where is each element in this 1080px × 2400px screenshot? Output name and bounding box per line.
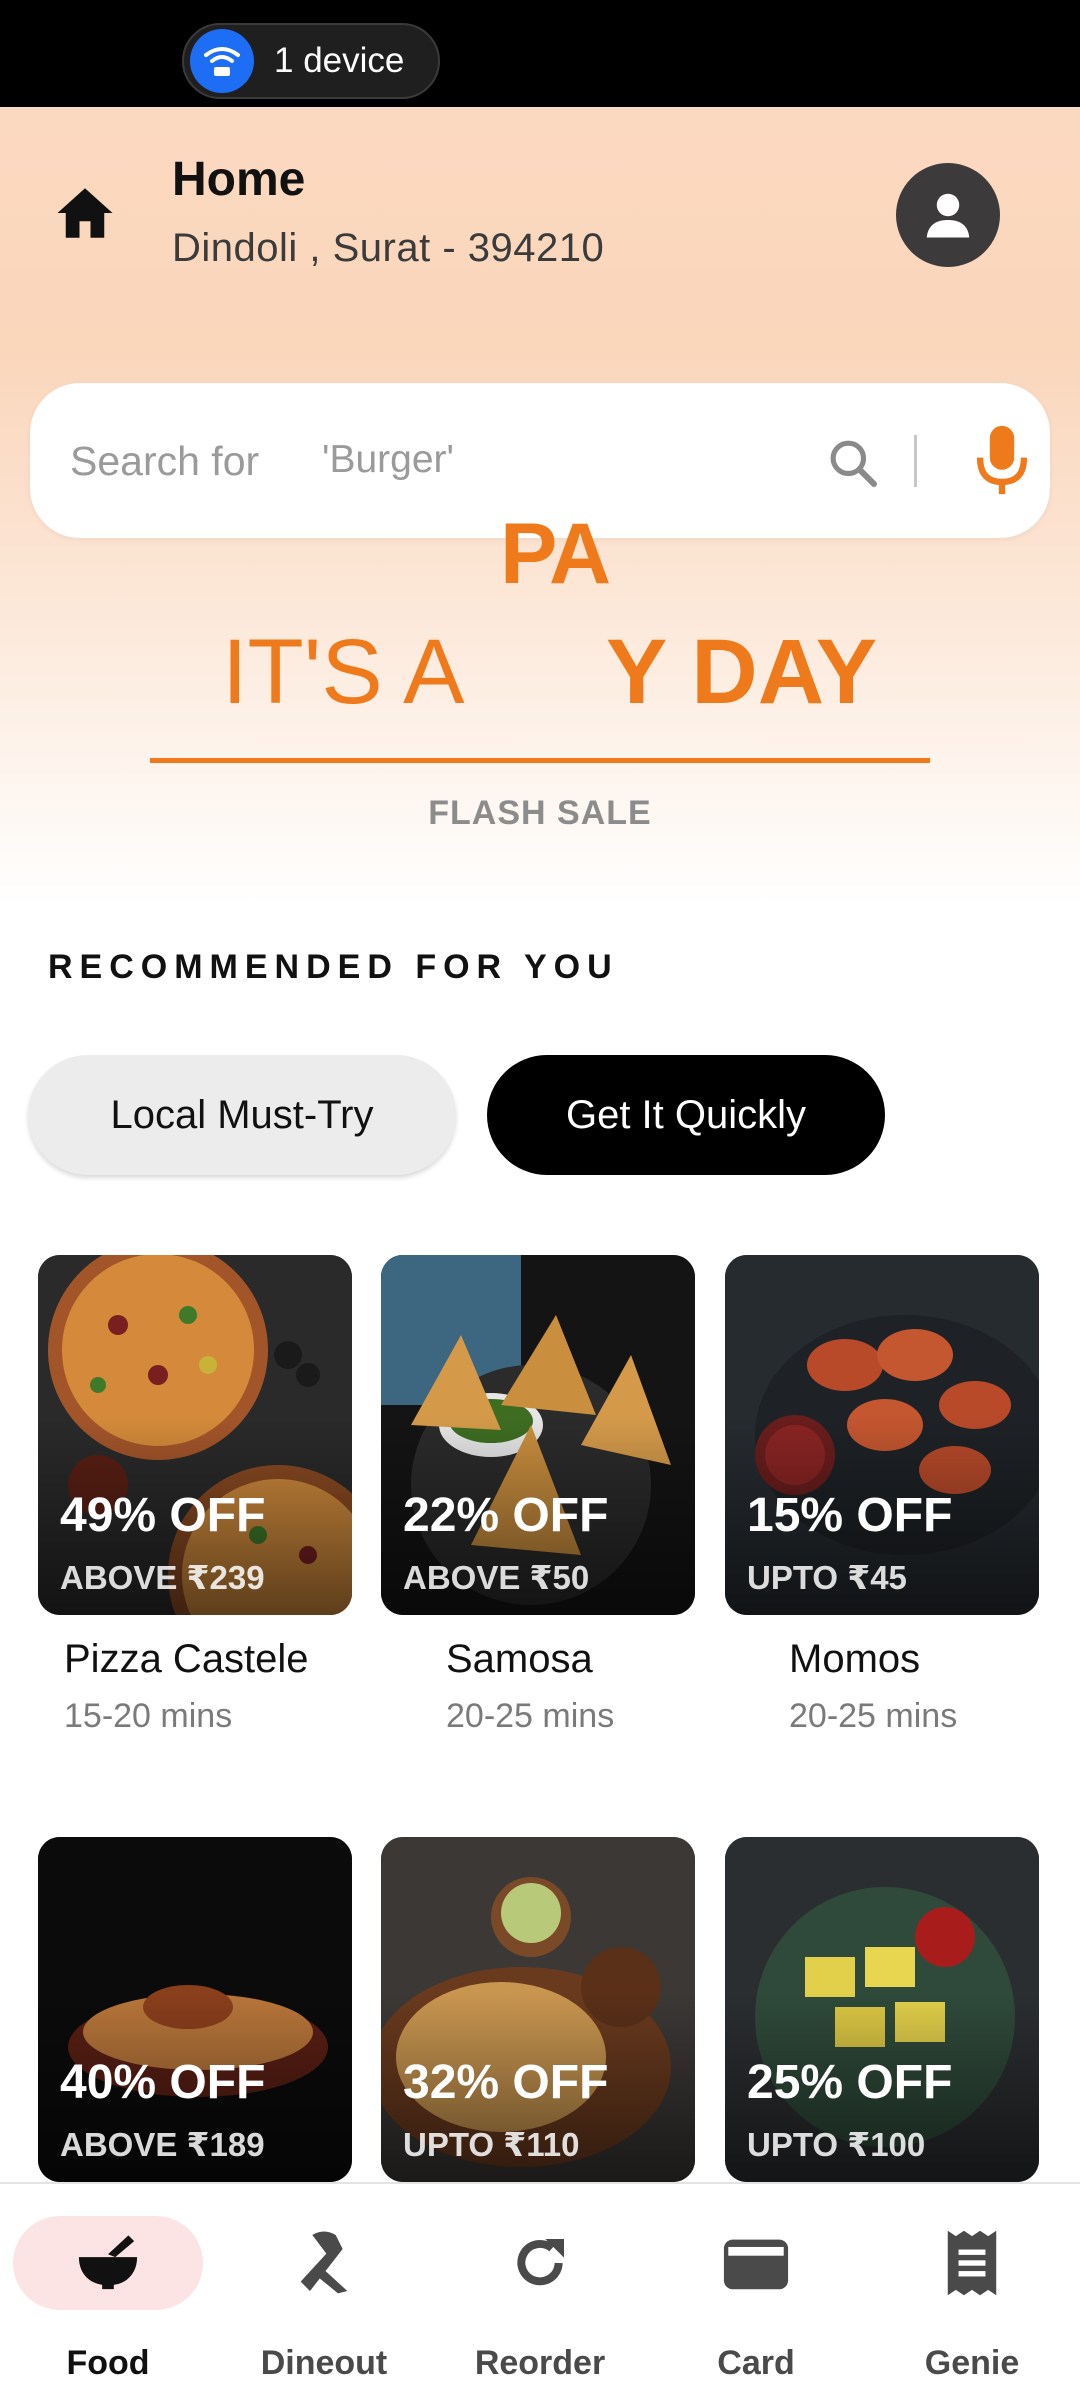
banner-word-left: IT'S A xyxy=(222,621,465,723)
offer-condition: ABOVE ₹239 xyxy=(60,1559,265,1596)
device-count-label: 1 device xyxy=(274,41,405,80)
item-delivery-time: 20-25 mins xyxy=(446,1697,615,1735)
banner-underline xyxy=(150,758,930,763)
offer-text: 40% OFF xyxy=(60,2056,266,2109)
banner-word-right: Y DAY xyxy=(606,621,878,723)
item-name[interactable]: Momos xyxy=(789,1637,920,1682)
nav-label: Food xyxy=(66,2344,150,2382)
nav-label: Reorder xyxy=(474,2344,606,2382)
search-divider xyxy=(914,435,917,487)
mic-icon[interactable] xyxy=(972,421,1032,499)
offer-text: 15% OFF xyxy=(747,1489,953,1542)
receipt-icon xyxy=(877,2216,1067,2310)
location-title[interactable]: Home xyxy=(172,152,305,207)
nav-reorder[interactable]: Reorder xyxy=(432,2184,648,2400)
wallet-icon xyxy=(661,2216,851,2310)
nav-card[interactable]: Card xyxy=(648,2184,864,2400)
ribbon-icon xyxy=(229,2216,419,2310)
bottom-navigation: Food Dineout Reorder Card Genie xyxy=(0,2182,1080,2400)
offer-condition: ABOVE ₹189 xyxy=(60,2126,265,2163)
offer-condition: UPTO ₹100 xyxy=(747,2126,926,2163)
food-card-samosa[interactable]: 22% OFF ABOVE ₹50 xyxy=(381,1255,695,1615)
profile-avatar[interactable] xyxy=(896,163,1000,267)
search-placeholder-example: 'Burger' xyxy=(322,438,454,481)
item-delivery-time: 20-25 mins xyxy=(789,1697,958,1735)
offer-text: 22% OFF xyxy=(403,1489,609,1542)
food-card-pizza[interactable]: 49% OFF ABOVE ₹239 xyxy=(38,1255,352,1615)
food-card-dhokla[interactable]: 25% OFF UPTO ₹100 xyxy=(725,1837,1039,2182)
offer-text: 25% OFF xyxy=(747,2056,953,2109)
nav-genie[interactable]: Genie xyxy=(864,2184,1080,2400)
status-bar: 1 device xyxy=(0,0,1080,107)
offer-condition: UPTO ₹45 xyxy=(747,1559,907,1596)
search-placeholder-prefix: Search for xyxy=(70,438,260,484)
offer-condition: UPTO ₹110 xyxy=(403,2126,580,2163)
chip-get-it-quickly[interactable]: Get It Quickly xyxy=(487,1055,885,1175)
item-delivery-time: 15-20 mins xyxy=(64,1697,233,1735)
item-name[interactable]: Samosa xyxy=(446,1637,593,1682)
refresh-icon xyxy=(445,2216,635,2310)
banner-word-top: PA xyxy=(500,506,611,602)
food-card-biryani[interactable]: 40% OFF ABOVE ₹189 xyxy=(38,1837,352,2182)
search-icon[interactable] xyxy=(825,435,881,491)
user-icon xyxy=(926,193,970,238)
mortar-bowl-icon xyxy=(13,2216,203,2310)
nav-label: Dineout xyxy=(260,2344,388,2382)
food-card-momos[interactable]: 15% OFF UPTO ₹45 xyxy=(725,1255,1039,1615)
nav-food[interactable]: Food xyxy=(0,2184,216,2400)
nav-dineout[interactable]: Dineout xyxy=(216,2184,432,2400)
wifi-icon xyxy=(190,29,254,93)
offer-text: 49% OFF xyxy=(60,1489,266,1542)
offer-condition: ABOVE ₹50 xyxy=(403,1559,590,1596)
food-card-paratha[interactable]: 32% OFF UPTO ₹110 xyxy=(381,1837,695,2182)
home-icon[interactable] xyxy=(52,180,118,246)
item-name[interactable]: Pizza Castele xyxy=(64,1637,309,1682)
chip-local-must-try[interactable]: Local Must-Try xyxy=(28,1055,456,1175)
location-address[interactable]: Dindoli , Surat - 394210 xyxy=(172,226,604,271)
connected-devices-pill[interactable]: 1 device xyxy=(182,23,440,99)
chip-label: Local Must-Try xyxy=(110,1092,374,1137)
banner-subtitle[interactable]: FLASH SALE xyxy=(0,794,1080,833)
chip-label: Get It Quickly xyxy=(565,1092,807,1137)
section-title: RECOMMENDED FOR YOU xyxy=(48,948,619,986)
nav-label: Genie xyxy=(924,2344,1020,2382)
nav-label: Card xyxy=(717,2344,795,2382)
offer-text: 32% OFF xyxy=(403,2056,609,2109)
